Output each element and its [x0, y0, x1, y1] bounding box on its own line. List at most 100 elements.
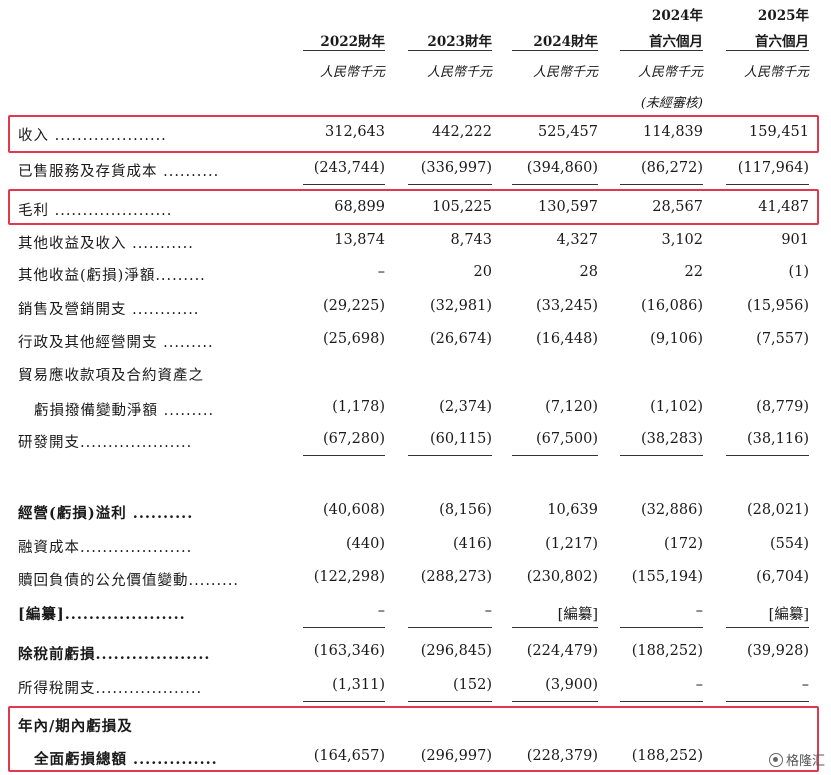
row-value: (26,674)	[429, 331, 492, 347]
table-row: 銷售及營銷開支 ............ (29,225) (32,981) (33,…	[0, 292, 831, 324]
row-value: (38,283)	[640, 431, 703, 447]
highlight-box-gross-profit	[8, 189, 819, 225]
row-value: (288,273)	[420, 569, 492, 585]
header-col2: 2023財年	[427, 34, 492, 50]
row-label: 虧損撥備變動淨額 .........	[34, 403, 215, 419]
table-rule	[620, 701, 703, 702]
header-underline	[620, 50, 703, 51]
table-rule	[512, 701, 598, 702]
unaudited-note: (未經審核)	[640, 96, 703, 111]
watermark: 格隆汇	[768, 750, 825, 769]
row-label: 已售服務及存貨成本 ..........	[18, 164, 220, 180]
unit-col3: 人民幣千元	[532, 65, 598, 80]
table-row: 融資成本.................... (440) (416) (1,217…	[0, 530, 831, 562]
row-value: 20	[473, 264, 492, 280]
table-rule	[620, 627, 703, 628]
watermark-text: 格隆汇	[785, 754, 825, 769]
row-value: –	[377, 603, 385, 619]
row-label: 貿易應收款項及合約資產之	[18, 368, 204, 384]
table-row: 行政及其他經營開支 ......... (25,698) (26,674) (16,4…	[0, 325, 831, 357]
row-value: (1,311)	[332, 677, 385, 693]
row-value: 3,102	[661, 232, 703, 248]
header-col1: 2022財年	[320, 34, 385, 50]
table-rule	[303, 455, 385, 456]
row-value: (32,886)	[640, 502, 703, 518]
table-rule	[408, 701, 492, 702]
row-label: 除稅前虧損...................	[18, 646, 211, 663]
table-rule	[303, 184, 385, 185]
row-value: (1)	[788, 264, 809, 280]
row-label: 其他收益及收入 ...........	[18, 236, 194, 252]
row-value: (32,981)	[429, 298, 492, 314]
header-underline	[408, 50, 492, 51]
row-value: (67,500)	[535, 431, 598, 447]
header-col4-line2: 首六個月	[649, 34, 703, 50]
row-value: (394,860)	[526, 160, 598, 176]
row-value: –	[695, 677, 703, 693]
row-value: (60,115)	[429, 431, 492, 447]
unit-col1: 人民幣千元	[319, 65, 385, 80]
row-value: (6,704)	[756, 569, 809, 585]
table-row: 贖回負債的公允價值變動......... (122,298) (288,273) (2…	[0, 563, 831, 595]
row-value: (554)	[770, 536, 809, 552]
watermark-logo-icon	[768, 752, 783, 767]
row-value: (440)	[346, 536, 385, 552]
row-value: –	[695, 603, 703, 619]
row-label: 研發開支....................	[18, 435, 193, 451]
table-row: 除稅前虧損................... (163,346) (296,84…	[0, 637, 831, 669]
row-value: (15,956)	[746, 298, 809, 314]
row-value: (3,900)	[545, 677, 598, 693]
row-value: –	[801, 677, 809, 693]
row-value: (9,106)	[650, 331, 703, 347]
table-rule	[726, 701, 809, 702]
row-value: (40,608)	[322, 502, 385, 518]
header-col5-line1: 2025年	[757, 8, 809, 24]
table-rule	[620, 184, 703, 185]
table-row: 虧損撥備變動淨額 ......... (1,178) (2,374) (7,120) (…	[0, 393, 831, 425]
row-value: –	[484, 603, 492, 619]
row-label: 所得稅開支...................	[18, 681, 203, 697]
table-row: 貿易應收款項及合約資產之	[0, 358, 831, 390]
row-value: (155,194)	[631, 569, 703, 585]
row-label: 行政及其他經營開支 .........	[18, 335, 214, 351]
table-row: 經營(虧損)溢利 .......... (40,608) (8,156) 10,639…	[0, 496, 831, 528]
row-value: (38,116)	[746, 431, 809, 447]
table-rule	[620, 455, 703, 456]
row-value: (39,928)	[746, 643, 809, 659]
row-value: (7,557)	[756, 331, 809, 347]
table-rule	[303, 701, 385, 702]
unit-col2: 人民幣千元	[426, 65, 492, 80]
header-col4-line1: 2024年	[651, 8, 703, 24]
table-row: [編纂].................... – – [編纂] – [編纂]	[0, 597, 831, 629]
row-value: (122,298)	[313, 569, 385, 585]
row-label: 銷售及營銷開支 ............	[18, 302, 200, 318]
row-value: (16,086)	[640, 298, 703, 314]
table-rule	[726, 627, 809, 628]
row-value: (230,802)	[526, 569, 598, 585]
row-value: 10,639	[547, 502, 598, 518]
table-row: 已售服務及存貨成本 .......... (243,744) (336,997) (3…	[0, 154, 831, 186]
unit-col4: 人民幣千元	[637, 65, 703, 80]
row-value: (1,217)	[545, 536, 598, 552]
row-value: (7,120)	[545, 399, 598, 415]
header-underline	[303, 50, 385, 51]
table-rule	[408, 627, 492, 628]
header-col3: 2024財年	[533, 34, 598, 50]
row-label: 其他收益(虧損)淨額.........	[18, 268, 206, 284]
row-value: (16,448)	[535, 331, 598, 347]
row-value: (33,245)	[535, 298, 598, 314]
row-value: (67,280)	[322, 431, 385, 447]
row-label: [編纂]....................	[18, 606, 186, 623]
table-row: 所得稅開支................... (1,311) (152) (3,9…	[0, 671, 831, 703]
row-value: (8,156)	[439, 502, 492, 518]
row-value: (336,997)	[420, 160, 492, 176]
row-value: 901	[781, 232, 809, 248]
row-value: (188,252)	[631, 643, 703, 659]
table-rule	[303, 627, 385, 628]
table-rule	[726, 184, 809, 185]
table-rule	[408, 455, 492, 456]
row-value: [編纂]	[768, 607, 809, 623]
row-value: (1,178)	[332, 399, 385, 415]
row-value: –	[377, 264, 385, 280]
row-value: (163,346)	[313, 643, 385, 659]
